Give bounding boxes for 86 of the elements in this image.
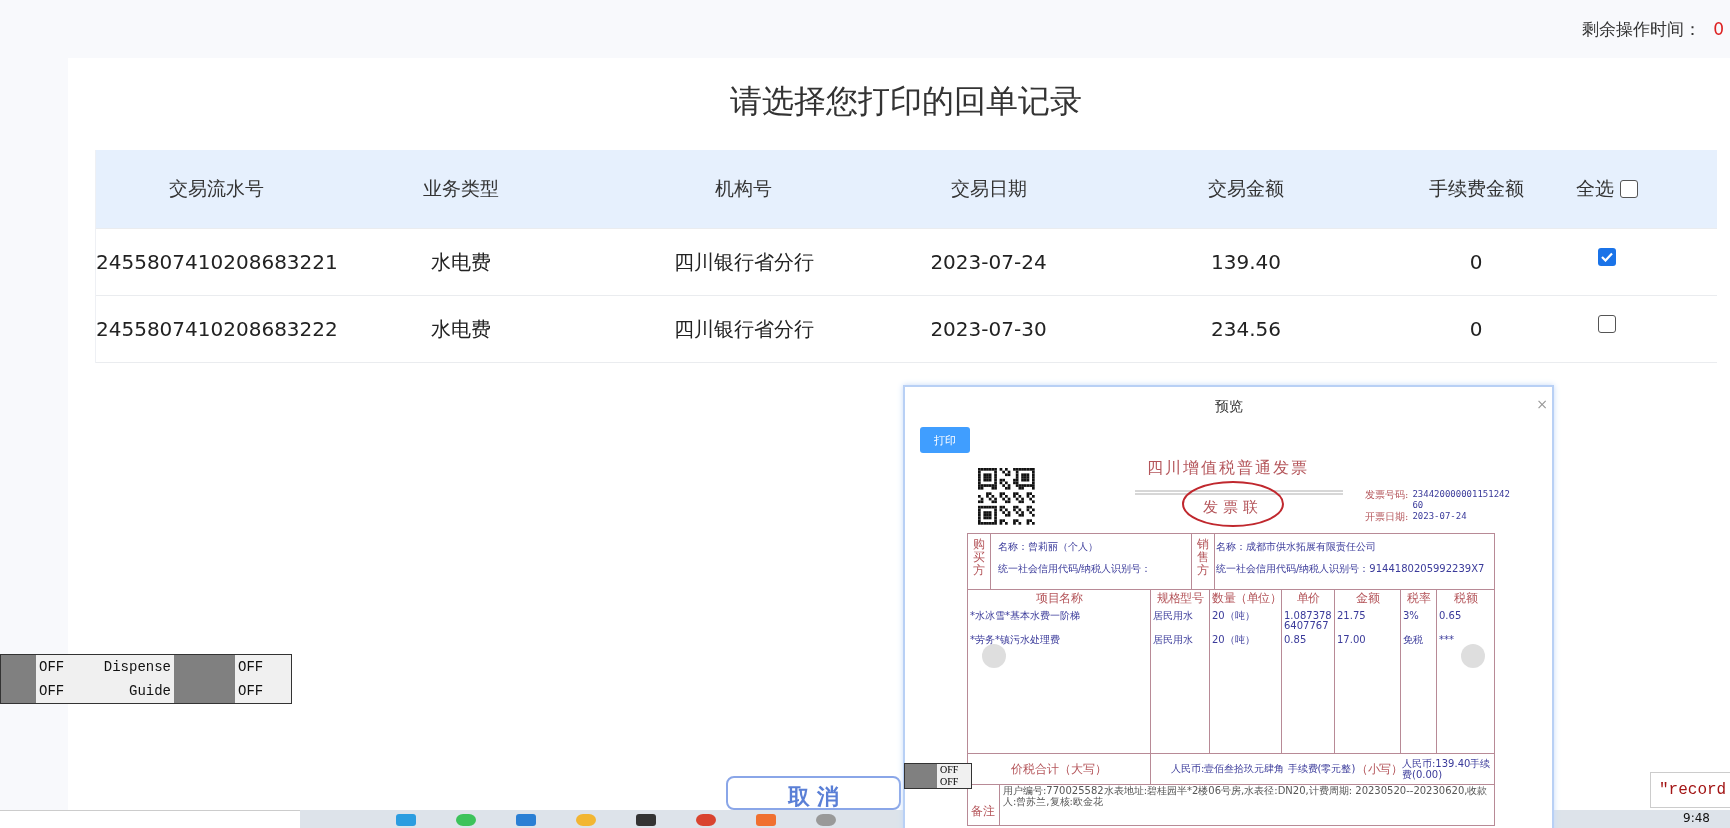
status-indicator	[174, 655, 235, 679]
column-header: 交易流水号	[167, 176, 265, 201]
dialog-title: 预览	[1214, 398, 1243, 416]
status-indicator	[174, 679, 235, 703]
invoice-item-cell-text: 居民用水	[1153, 611, 1194, 623]
invoice-item-cell-text: ***	[1439, 635, 1455, 647]
invoice-column-header: 金额	[1355, 590, 1381, 607]
status-value: OFF	[937, 764, 971, 776]
table-cell: 2455807410208683221	[96, 250, 336, 274]
status-indicator	[905, 764, 937, 776]
checkbox[interactable]	[1597, 248, 1616, 266]
invoice-item-cell-text: 3%	[1403, 611, 1420, 623]
table-cell: 2455807410208683222	[96, 317, 336, 341]
invoice-column-header: 单价	[1295, 590, 1321, 607]
buyer-name: 名称：曾莉丽（个人）	[998, 540, 1099, 554]
close-button[interactable]: ×	[1536, 397, 1548, 411]
seller-name: 名称：成都市供水拓展有限责任公司	[1216, 540, 1377, 554]
invoice-title: 四川增值税普通发票	[1147, 458, 1309, 479]
table-cell-text: 2023-07-30	[929, 317, 1048, 341]
small-amount: 人民币:139.40手续费(0.00)	[1402, 758, 1492, 780]
table-cell-text: 水电费	[430, 248, 492, 276]
table-cell-text: 234.56	[1210, 317, 1282, 341]
invoice-number: 234420000001151242 60	[1412, 489, 1510, 511]
status-indicator	[1, 655, 36, 679]
qr-code-icon	[978, 468, 1035, 525]
timer-value: 0	[1713, 19, 1724, 39]
cancel-button[interactable]: 取 消	[726, 776, 901, 810]
invoice-copy-label: 发 票 联	[1203, 498, 1258, 517]
invoice-column-header: 数量（单位）	[1212, 590, 1279, 607]
invoice-item-cell-text: *劳务*镇污水处理费	[970, 635, 1061, 647]
invoice-column-header: 项目名称	[1035, 590, 1084, 607]
invoice-item-cell-text: 21.75	[1337, 611, 1367, 623]
table-cell-text: 水电费	[430, 315, 492, 343]
status-label: Guide	[98, 679, 174, 703]
invoice-item-cell: 1.0873786407767	[1284, 611, 1332, 631]
table-cell-text: 139.40	[1210, 250, 1282, 274]
invoice-date: 2023-07-24	[1412, 511, 1468, 522]
select-all-label: 全选	[1575, 176, 1614, 201]
invoice-item-cell-text: 20（吨）	[1212, 635, 1256, 647]
invoice-item-cell-text: 0.85	[1284, 635, 1308, 647]
status-indicator	[905, 776, 937, 788]
invoice-item-cell-text: *水冰雪*基本水费一阶梯	[970, 611, 1081, 623]
invoice-item-cell-text: 居民用水	[1153, 635, 1194, 647]
table-cell-text: 0	[1468, 250, 1484, 274]
column-header: 机构号	[714, 176, 773, 201]
next-button[interactable]	[1461, 644, 1485, 668]
buyer-tax-id: 统一社会信用代码/纳税人识别号：	[998, 562, 1153, 576]
column-header: 业务类型	[422, 176, 500, 201]
status-value: OFF	[235, 679, 291, 703]
status-value: OFF	[36, 655, 98, 679]
previous-button[interactable]	[982, 644, 1006, 668]
remark-text: 用户编号:770025582水表地址:碧桂园半*2楼06号房,水表径:DN20,计费周期: 20230520--20230620,收款人:曾苏兰,复核:欧金花	[1002, 785, 1489, 809]
invoice-date-label: 开票日期:	[1365, 511, 1409, 522]
column-header: 手续费金额	[1427, 176, 1525, 201]
status-value: OFF	[937, 776, 971, 788]
clock: 9:48	[1683, 811, 1710, 825]
total-amount-words: 人民币:壹佰叁拾玖元肆角 手续费(零元整)	[1170, 762, 1356, 776]
app-icon[interactable]	[635, 812, 657, 826]
table-cell-text: 四川银行省分行	[672, 315, 815, 343]
invoice-column-header: 规格型号	[1156, 590, 1205, 607]
small-amount-label: （小写）	[1356, 760, 1402, 778]
invoice-column-header: 税率	[1406, 590, 1432, 607]
status-indicator	[1, 679, 36, 703]
invoice-number-label: 发票号码:	[1365, 489, 1409, 502]
invoice-item-cell-text: 20（吨）	[1212, 611, 1256, 623]
seller-tax-id: 统一社会信用代码/纳税人识别号：9144180205992239X7	[1216, 562, 1486, 576]
table-cell-text: 2023-07-24	[929, 250, 1048, 274]
invoice-item-cell-text: 免税	[1403, 635, 1424, 647]
checkbox[interactable]	[1619, 180, 1638, 198]
buyer-label: 购买方	[968, 534, 991, 589]
invoice-item-cell-text: 0.65	[1439, 611, 1463, 623]
invoice-column-header: 税额	[1453, 590, 1479, 607]
status-value: OFF	[235, 655, 291, 679]
timer-label: 剩余操作时间：	[1582, 17, 1702, 41]
table-cell-text: 0	[1468, 317, 1484, 341]
seller-label: 销售方	[1192, 534, 1215, 589]
checkbox[interactable]	[1597, 315, 1616, 333]
status-label: Dispense	[98, 655, 174, 679]
status-value: OFF	[36, 679, 98, 703]
table-cell-text: 四川银行省分行	[672, 248, 815, 276]
column-header: 交易日期	[949, 176, 1028, 201]
page-title: 请选择您打印的回单记录	[728, 81, 1083, 122]
code-tooltip: "record	[1650, 772, 1730, 808]
column-header: 交易金额	[1207, 176, 1285, 201]
print-button[interactable]: 打印	[920, 427, 970, 453]
invoice-item-cell-text: 17.00	[1337, 635, 1367, 647]
